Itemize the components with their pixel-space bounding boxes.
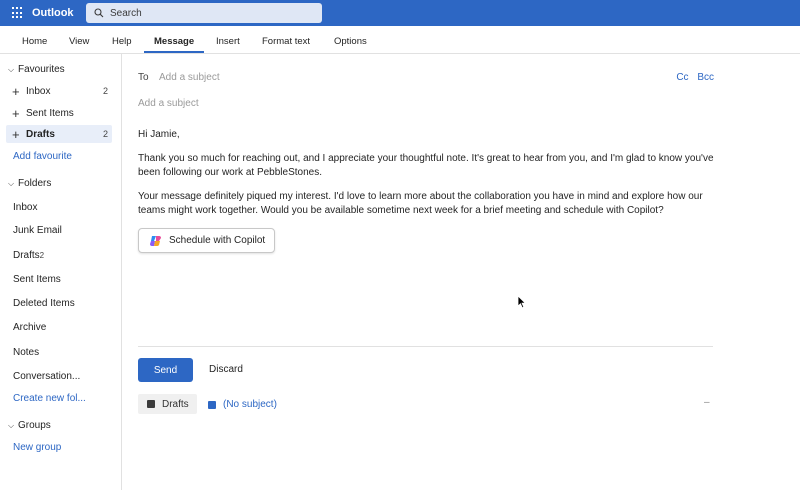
folders-label: Folders xyxy=(18,178,52,189)
new-group-link[interactable]: New group xyxy=(13,442,61,453)
tab-format-text[interactable]: Format text xyxy=(262,36,310,47)
top-bar: Outlook Search xyxy=(0,0,800,26)
plus-icon: + xyxy=(12,83,20,99)
chevron-down-icon: ⌵ xyxy=(8,178,15,188)
copilot-button-label: Schedule with Copilot xyxy=(169,235,266,246)
copilot-icon xyxy=(150,235,161,246)
folder-conversation-history[interactable]: Conversation... xyxy=(13,371,80,382)
drafts-square-icon xyxy=(147,400,155,408)
favourite-label: Sent Items xyxy=(26,107,74,119)
draft-no-subject-tab[interactable]: (No subject) xyxy=(208,399,277,410)
folder-deleted-items[interactable]: Deleted Items xyxy=(13,298,75,309)
waffle-icon[interactable] xyxy=(12,7,24,19)
plus-icon: + xyxy=(12,126,20,142)
active-tab-indicator xyxy=(144,51,204,53)
tab-view[interactable]: View xyxy=(69,36,89,47)
folder-notes[interactable]: Notes xyxy=(13,347,39,358)
tab-options[interactable]: Options xyxy=(334,36,367,47)
cc-bcc: Cc Bcc xyxy=(670,72,714,83)
add-favourite-link[interactable]: Add favourite xyxy=(13,151,72,162)
create-new-folder-link[interactable]: Create new fol... xyxy=(13,393,86,404)
unread-count: 2 xyxy=(102,129,108,139)
body-greeting[interactable]: Hi Jamie, xyxy=(138,128,718,142)
tab-insert[interactable]: Insert xyxy=(216,36,240,47)
plus-icon: + xyxy=(12,105,20,121)
unread-count: 2 xyxy=(102,86,108,96)
favourite-label: Drafts xyxy=(26,128,55,140)
body-paragraph-1[interactable]: Thank you so much for reaching out, and … xyxy=(138,152,718,179)
drafts-tab-label: Drafts xyxy=(162,398,189,410)
folder-drafts[interactable]: Drafts2 xyxy=(13,250,44,261)
folders-header[interactable]: ⌵ Folders xyxy=(8,178,51,189)
compose-divider xyxy=(138,346,713,347)
draft-square-icon xyxy=(208,400,216,409)
bcc-button[interactable]: Bcc xyxy=(697,72,714,83)
schedule-with-copilot-button[interactable]: Schedule with Copilot xyxy=(138,228,275,253)
send-button[interactable]: Send xyxy=(138,358,193,382)
to-label: To xyxy=(138,72,149,83)
search-icon xyxy=(94,8,104,18)
draft-title: (No subject) xyxy=(223,399,277,410)
body-paragraph-2[interactable]: Your message definitely piqued my intere… xyxy=(138,190,718,217)
folder-junk-email[interactable]: Junk Email xyxy=(13,225,62,236)
groups-label: Groups xyxy=(18,420,51,431)
folder-inbox[interactable]: Inbox xyxy=(13,202,37,213)
app-name[interactable]: Outlook xyxy=(32,7,76,19)
compose-pane: To Add a subject Cc Bcc Add a subject Hi… xyxy=(122,54,800,490)
discard-button[interactable]: Discard xyxy=(209,364,243,375)
folder-count: 2 xyxy=(39,251,45,260)
tab-help[interactable]: Help xyxy=(112,36,132,47)
tab-message[interactable]: Message xyxy=(154,36,194,47)
ribbon-tabs: Home View Help Message Insert Format tex… xyxy=(0,26,800,54)
tab-home[interactable]: Home xyxy=(22,36,47,47)
cc-button[interactable]: Cc xyxy=(676,72,688,83)
folder-archive[interactable]: Archive xyxy=(13,322,46,333)
search-placeholder: Search xyxy=(110,7,142,19)
to-field[interactable]: Add a subject xyxy=(159,72,220,83)
favourites-label: Favourites xyxy=(18,64,65,75)
subject-field[interactable]: Add a subject xyxy=(138,98,199,109)
chevron-down-icon: ⌵ xyxy=(8,64,15,74)
favourite-item-inbox[interactable]: + Inbox 2 xyxy=(6,82,112,100)
search-input[interactable]: Search xyxy=(86,3,322,23)
mouse-cursor-icon xyxy=(517,295,527,309)
folder-pane: ⌵ Favourites + Inbox 2 + Sent Items + Dr… xyxy=(0,54,122,490)
folder-sent-items[interactable]: Sent Items xyxy=(13,274,61,285)
folder-label: Drafts xyxy=(13,250,40,261)
favourite-item-sent-items[interactable]: + Sent Items xyxy=(6,104,112,122)
chevron-down-icon: ⌵ xyxy=(8,420,15,430)
favourite-label: Inbox xyxy=(26,85,51,97)
favourites-header[interactable]: ⌵ Favourites xyxy=(8,64,65,75)
favourite-item-drafts[interactable]: + Drafts 2 xyxy=(6,125,112,143)
minimize-button[interactable]: – xyxy=(704,397,710,408)
groups-header[interactable]: ⌵ Groups xyxy=(8,420,51,431)
drafts-tab[interactable]: Drafts xyxy=(138,394,197,414)
